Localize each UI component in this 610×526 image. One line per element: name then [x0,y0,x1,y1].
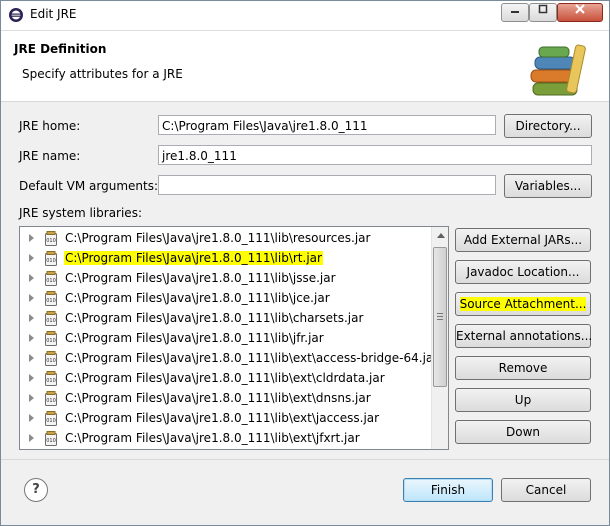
list-item[interactable]: 010 C:\Program Files\Java\jre1.8.0_111\li… [20,369,430,389]
library-path: C:\Program Files\Java\jre1.8.0_111\lib\c… [65,311,364,325]
svg-text:010: 010 [46,278,56,284]
jar-icon: 010 [45,371,57,386]
expand-arrow-icon[interactable] [29,294,34,302]
library-path: C:\Program Files\Java\jre1.8.0_111\lib\j… [65,291,330,305]
jar-icon: 010 [45,231,57,246]
list-item[interactable]: 010 C:\Program Files\Java\jre1.8.0_111\li… [20,249,430,269]
library-path: C:\Program Files\Java\jre1.8.0_111\lib\j… [65,331,324,345]
help-icon[interactable]: ? [24,478,48,502]
close-icon [575,4,585,14]
grip-icon [437,313,443,320]
jar-icon: 010 [45,291,57,306]
source-attachment-button[interactable]: Source Attachment... [455,292,591,316]
jar-icon: 010 [45,271,57,286]
jar-icon: 010 [45,331,57,346]
jar-icon: 010 [45,391,57,406]
footer-separator [1,459,609,460]
jar-icon: 010 [45,431,57,446]
expand-arrow-icon[interactable] [29,374,34,382]
expand-arrow-icon[interactable] [29,394,34,402]
expand-arrow-icon[interactable] [29,354,34,362]
edit-jre-dialog: Edit JRE JRE Definition Specify attribut… [0,0,610,526]
expand-arrow-icon[interactable] [29,314,34,322]
javadoc-location-button[interactable]: Javadoc Location... [455,260,591,284]
header-description: Specify attributes for a JRE [22,67,183,81]
vm-args-field[interactable] [158,175,496,195]
svg-text:010: 010 [46,258,56,264]
list-item[interactable]: 010 C:\Program Files\Java\jre1.8.0_111\li… [20,409,430,429]
library-path: C:\Program Files\Java\jre1.8.0_111\lib\e… [65,351,439,365]
maximize-icon [538,4,548,14]
jre-home-label: JRE home: [19,119,81,133]
cancel-button[interactable]: Cancel [501,478,591,502]
library-path: C:\Program Files\Java\jre1.8.0_111\lib\e… [65,371,385,385]
svg-text:010: 010 [46,238,56,244]
minimize-icon [511,11,519,13]
external-annotations-button[interactable]: External annotations... [455,324,592,348]
remove-button[interactable]: Remove [455,356,591,380]
scrollbar-thumb[interactable] [433,247,447,387]
svg-text:010: 010 [46,378,56,384]
library-path: C:\Program Files\Java\jre1.8.0_111\lib\e… [65,391,371,405]
close-button[interactable] [557,3,603,22]
expand-arrow-icon[interactable] [29,414,34,422]
list-item[interactable]: 010 C:\Program Files\Java\jre1.8.0_111\li… [20,429,430,449]
directory-button[interactable]: Directory... [504,114,592,138]
minimize-button[interactable] [501,3,529,22]
expand-arrow-icon[interactable] [29,434,34,442]
expand-arrow-icon[interactable] [29,274,34,282]
jre-name-label: JRE name: [19,149,81,163]
jar-icon: 010 [45,251,57,266]
jre-libraries-label: JRE system libraries: [19,206,142,220]
library-path: C:\Program Files\Java\jre1.8.0_111\lib\r… [65,231,371,245]
list-item[interactable]: 010 C:\Program Files\Java\jre1.8.0_111\li… [20,289,430,309]
library-path: C:\Program Files\Java\jre1.8.0_111\lib\r… [64,251,323,265]
add-external-jars-button[interactable]: Add External JARs... [455,228,591,252]
list-item[interactable]: 010 C:\Program Files\Java\jre1.8.0_111\li… [20,309,430,329]
list-item[interactable]: 010 C:\Program Files\Java\jre1.8.0_111\li… [20,229,430,249]
expand-arrow-icon[interactable] [29,234,34,242]
jar-icon: 010 [45,351,57,366]
svg-text:010: 010 [46,298,56,304]
jre-name-field[interactable]: jre1.8.0_111 [158,145,592,165]
svg-text:010: 010 [46,358,56,364]
window-title: Edit JRE [30,7,77,21]
finish-button[interactable]: Finish [403,478,493,502]
up-button[interactable]: Up [455,388,591,412]
dialog-header: JRE Definition Specify attributes for a … [1,31,609,102]
expand-arrow-icon[interactable] [29,334,34,342]
svg-text:010: 010 [46,418,56,424]
vertical-scrollbar[interactable] [431,227,448,449]
svg-text:010: 010 [46,338,56,344]
jar-icon: 010 [45,311,57,326]
header-title: JRE Definition [14,42,107,56]
eclipse-icon [9,8,23,22]
svg-text:010: 010 [46,398,56,404]
vm-args-label: Default VM arguments: [19,179,159,193]
variables-button[interactable]: Variables... [504,174,592,198]
svg-text:010: 010 [46,318,56,324]
source-attachment-label: Source Attachment... [459,297,587,311]
scroll-up-icon[interactable] [437,233,445,238]
list-item[interactable]: 010 C:\Program Files\Java\jre1.8.0_111\li… [20,269,430,289]
maximize-button[interactable] [529,3,557,22]
title-bar[interactable]: Edit JRE [1,1,609,31]
books-banner-icon [530,44,586,96]
list-item[interactable]: 010 C:\Program Files\Java\jre1.8.0_111\li… [20,349,438,369]
jre-libraries-list[interactable]: 010 C:\Program Files\Java\jre1.8.0_111\li… [19,226,449,450]
library-path: C:\Program Files\Java\jre1.8.0_111\lib\e… [65,411,380,425]
library-path: C:\Program Files\Java\jre1.8.0_111\lib\e… [65,431,360,445]
jar-icon: 010 [45,411,57,426]
list-item[interactable]: 010 C:\Program Files\Java\jre1.8.0_111\li… [20,329,430,349]
list-item[interactable]: 010 C:\Program Files\Java\jre1.8.0_111\li… [20,389,430,409]
library-path: C:\Program Files\Java\jre1.8.0_111\lib\j… [65,271,336,285]
svg-text:010: 010 [46,438,56,444]
jre-home-field[interactable]: C:\Program Files\Java\jre1.8.0_111 [158,115,496,135]
expand-arrow-icon[interactable] [29,254,34,262]
down-button[interactable]: Down [455,420,591,444]
